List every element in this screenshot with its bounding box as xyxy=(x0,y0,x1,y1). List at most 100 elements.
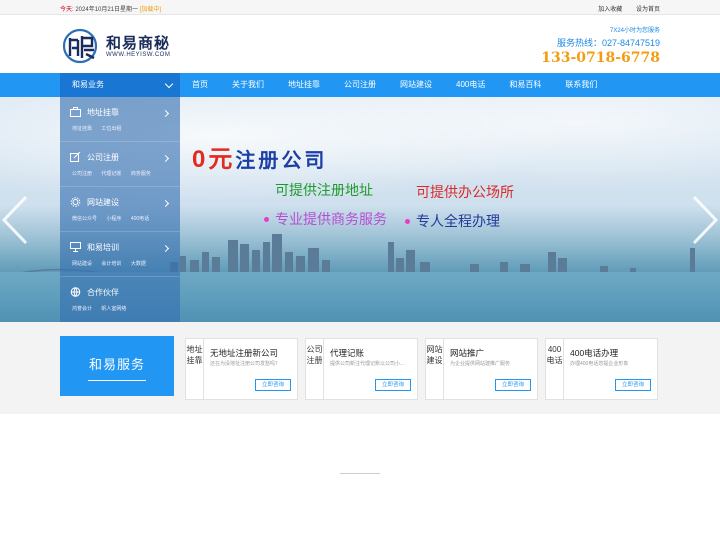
gear-icon xyxy=(70,197,81,207)
hotline: 服务热线：027-84747519 xyxy=(556,38,660,48)
sub-link[interactable]: 400电话 xyxy=(131,216,149,222)
chevron-right-icon xyxy=(161,199,170,208)
business-sidebar: 地址挂靠 地址挂靠 工位出租 公司注册 公司注册 代理记账 商务服务 网站建设 … xyxy=(60,97,180,322)
sidebar-subitems: 地址挂靠 工位出租 xyxy=(72,125,129,132)
nav-item-contact[interactable]: 联系我们 xyxy=(553,73,609,97)
sub-link[interactable]: 公司注册 xyxy=(72,171,92,177)
add-favorite-link[interactable]: 加入收藏 xyxy=(598,7,622,13)
footer-divider xyxy=(340,473,380,474)
sidebar-item-title: 网站建设 xyxy=(87,198,119,207)
sidebar-item-website[interactable]: 网站建设 微信公众号 小程序 400电话 xyxy=(60,187,180,232)
today-label: 今天: xyxy=(60,7,74,13)
service-note: 7X24小时为您服务 xyxy=(609,28,660,34)
chevron-right-icon xyxy=(161,244,170,253)
card-title: 无地址注册新公司 xyxy=(210,348,279,358)
chevron-down-icon xyxy=(164,79,174,89)
chevron-right-icon xyxy=(161,109,170,118)
services-heading-box: 和易服务 xyxy=(60,336,174,396)
top-links: 加入收藏 设为首页 xyxy=(586,4,660,13)
promo-headline-text: 注册公司 xyxy=(235,150,328,172)
briefcase-icon xyxy=(70,107,81,117)
service-card-400[interactable]: 400电话 400电话办理 办理400电话您提企业形象 立即咨询 xyxy=(545,338,658,400)
top-bar: 今天: 2024年10月21日星期一 [加载中] 加入收藏 设为首页 xyxy=(0,0,720,15)
nav-item-registration[interactable]: 公司注册 xyxy=(332,73,388,97)
sub-link[interactable]: 鸿誉会计 xyxy=(72,306,92,312)
service-card-promotion[interactable]: 网站建设 网站推广 为企业提供网站建推广服务 立即咨询 xyxy=(425,338,538,400)
card-desc: 办理400电话您提企业形象 xyxy=(570,361,629,367)
consult-button[interactable]: 立即咨询 xyxy=(615,379,651,391)
card-tag: 网站建设 xyxy=(426,339,444,399)
sidebar-item-title: 地址挂靠 xyxy=(87,108,119,117)
nav-item-home[interactable]: 首页 xyxy=(180,73,220,97)
promo-line-office: 可提供办公场所 xyxy=(416,184,514,200)
today-date: 今天: 2024年10月21日星期一 [加载中] xyxy=(60,4,161,13)
sub-link[interactable]: 微信公众号 xyxy=(72,216,97,222)
hero-banner[interactable]: 地址挂靠 地址挂靠 工位出租 公司注册 公司注册 代理记账 商务服务 网站建设 … xyxy=(0,97,720,322)
banner-next-arrow-icon[interactable] xyxy=(690,195,720,245)
promo-line-address: 可提供注册地址 xyxy=(275,182,373,198)
card-tag: 公司注册 xyxy=(306,339,324,399)
card-title: 代理记账 xyxy=(330,348,365,358)
sub-link[interactable]: 小程序 xyxy=(106,216,121,222)
nav-item-address[interactable]: 地址挂靠 xyxy=(276,73,332,97)
promo-line-business: 专业提供商务服务 xyxy=(275,211,387,227)
chevron-right-icon xyxy=(161,154,170,163)
business-label: 和易业务 xyxy=(72,80,104,89)
sidebar-item-title: 合作伙伴 xyxy=(87,288,119,297)
contact-info: 7X24小时为您服务 服务热线：027-84747519 133-0718-67… xyxy=(541,25,660,66)
sub-link[interactable]: 网站建设 xyxy=(72,261,92,267)
sidebar-subitems: 网站建设 会计培训 大数据 xyxy=(72,260,154,267)
card-desc: 提供公司新注代理记账以公司小... xyxy=(330,361,405,367)
sub-link[interactable]: 地址挂靠 xyxy=(72,126,92,132)
sidebar-item-training[interactable]: 和易培训 网站建设 会计培训 大数据 xyxy=(60,232,180,277)
business-menu-toggle[interactable]: 和易业务 xyxy=(60,73,180,97)
set-homepage-link[interactable]: 设为首页 xyxy=(636,7,660,13)
presentation-icon xyxy=(70,242,81,252)
sidebar-item-title: 和易培训 xyxy=(87,243,119,252)
sidebar-item-title: 公司注册 xyxy=(87,153,119,162)
brand-url: WWW.HEYISW.COM xyxy=(106,52,171,58)
sidebar-subitems: 微信公众号 小程序 400电话 xyxy=(72,215,157,222)
sidebar-item-registration[interactable]: 公司注册 公司注册 代理记账 商务服务 xyxy=(60,142,180,187)
services-underline xyxy=(88,380,146,381)
promo-headline: 0元注册公司 xyxy=(192,139,327,174)
card-tag: 地址挂靠 xyxy=(186,339,204,399)
sidebar-item-address[interactable]: 地址挂靠 地址挂靠 工位出租 xyxy=(60,97,180,142)
sidebar-subitems: 公司注册 代理记账 商务服务 xyxy=(72,170,159,177)
globe-icon xyxy=(70,287,81,297)
nav-item-website[interactable]: 网站建设 xyxy=(388,73,444,97)
nav-menu: 首页 关于我们 地址挂靠 公司注册 网站建设 400电话 和易百科 联系我们 xyxy=(180,73,609,97)
consult-button[interactable]: 立即咨询 xyxy=(255,379,291,391)
header: 和易商秘 WWW.HEYISW.COM 7X24小时为您服务 服务热线：027-… xyxy=(0,15,720,73)
sub-link[interactable]: 帆人室网络 xyxy=(101,306,126,312)
banner-prev-arrow-icon[interactable] xyxy=(0,195,30,245)
consult-button[interactable]: 立即咨询 xyxy=(375,379,411,391)
sub-link[interactable]: 工位出租 xyxy=(101,126,121,132)
card-tag: 400电话 xyxy=(546,339,564,399)
sidebar-item-partners[interactable]: 合作伙伴 鸿誉会计 帆人室网络 xyxy=(60,277,180,322)
logo-mark-icon xyxy=(62,28,98,64)
consult-button[interactable]: 立即咨询 xyxy=(495,379,531,391)
promo-line-agent: 专人全程办理 xyxy=(416,213,500,229)
main-nav: 和易业务 首页 关于我们 地址挂靠 公司注册 网站建设 400电话 和易百科 联… xyxy=(0,73,720,97)
sub-link[interactable]: 会计培训 xyxy=(101,261,121,267)
mobile-phone: 133-0718-6778 xyxy=(541,50,660,66)
sub-link[interactable]: 代理记账 xyxy=(101,171,121,177)
nav-item-about[interactable]: 关于我们 xyxy=(220,73,276,97)
sidebar-subitems: 鸿誉会计 帆人室网络 xyxy=(72,305,134,312)
edit-icon xyxy=(70,152,81,162)
logo[interactable]: 和易商秘 WWW.HEYISW.COM xyxy=(62,26,182,66)
nav-item-400[interactable]: 400电话 xyxy=(444,73,497,97)
card-desc: 为企业提供网站建推广服务 xyxy=(450,361,511,367)
service-card-address[interactable]: 地址挂靠 无地址注册新公司 还在为没地址注册公司发愁吗？ 立即咨询 xyxy=(185,338,298,400)
sub-link[interactable]: 商务服务 xyxy=(131,171,151,177)
sub-link[interactable]: 大数据 xyxy=(131,261,146,267)
card-title: 400电话办理 xyxy=(570,348,619,358)
card-desc: 还在为没地址注册公司发愁吗？ xyxy=(210,361,281,367)
brand-name: 和易商秘 xyxy=(106,34,171,52)
bullet-dot xyxy=(264,217,269,222)
nav-item-wiki[interactable]: 和易百科 xyxy=(497,73,553,97)
service-card-bookkeeping[interactable]: 公司注册 代理记账 提供公司新注代理记账以公司小... 立即咨询 xyxy=(305,338,418,400)
services-section: 和易服务 地址挂靠 无地址注册新公司 还在为没地址注册公司发愁吗？ 立即咨询 公… xyxy=(0,322,720,414)
promo-zero: 0元 xyxy=(192,146,236,173)
